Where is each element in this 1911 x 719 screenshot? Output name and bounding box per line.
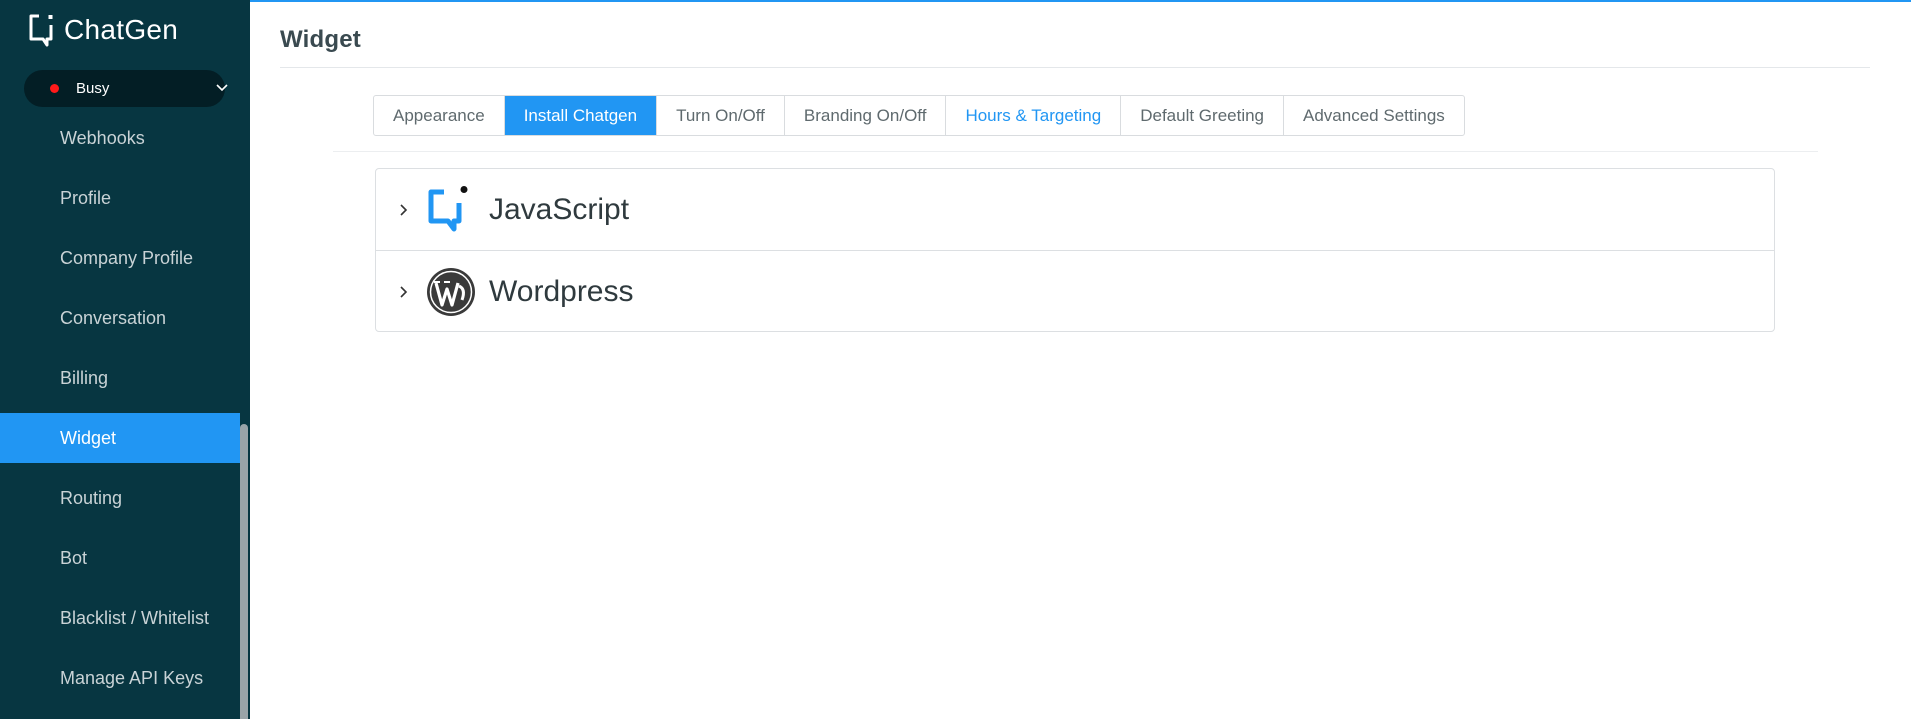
sidebar-item-manage-api-keys[interactable]: Manage API Keys <box>0 648 240 708</box>
title-divider <box>280 67 1870 68</box>
tab-hours-targeting[interactable]: Hours & Targeting <box>946 96 1122 135</box>
sidebar-item-billing[interactable]: Billing <box>0 348 240 408</box>
tab-default-greeting[interactable]: Default Greeting <box>1121 96 1285 135</box>
tab-turn-on-off[interactable]: Turn On/Off <box>657 96 785 135</box>
sidebar-item-bot[interactable]: Bot <box>0 528 240 588</box>
page-title: Widget <box>280 26 361 53</box>
tab-branding-on-off[interactable]: Branding On/Off <box>785 96 947 135</box>
status-label: Busy <box>76 80 110 97</box>
sidebar-item-widget[interactable]: Widget <box>0 413 240 463</box>
chatgen-logo-icon <box>29 14 53 47</box>
wordpress-icon <box>427 267 475 316</box>
sidebar-scrollbar[interactable] <box>240 424 248 719</box>
accordion-item-wordpress[interactable]: Wordpress <box>376 250 1774 332</box>
sidebar-item-routing[interactable]: Routing <box>0 468 240 528</box>
status-dot-icon <box>50 84 59 93</box>
status-dropdown[interactable]: Busy <box>24 70 228 107</box>
install-options-accordion: JavaScript Wordpress <box>375 168 1775 332</box>
tab-appearance[interactable]: Appearance <box>374 96 505 135</box>
sidebar-item-profile[interactable]: Profile <box>0 168 240 228</box>
app-name: ChatGen <box>64 14 179 45</box>
accordion-label-wordpress: Wordpress <box>489 274 634 308</box>
sidebar-item-blacklist-whitelist[interactable]: Blacklist / Whitelist <box>0 588 240 648</box>
top-accent-line <box>250 0 1911 2</box>
accordion-item-javascript[interactable]: JavaScript <box>376 169 1774 250</box>
chevron-right-icon <box>400 285 408 298</box>
chatgen-icon <box>428 185 468 231</box>
sidebar-item-conversation[interactable]: Conversation <box>0 288 240 348</box>
tab-advanced-settings[interactable]: Advanced Settings <box>1284 96 1464 135</box>
chevron-down-icon <box>216 84 228 92</box>
app-logo[interactable]: ChatGen <box>28 12 178 48</box>
accordion-label-javascript: JavaScript <box>489 192 630 226</box>
sidebar-item-webhooks[interactable]: Webhooks <box>0 108 240 168</box>
tabs-divider <box>333 151 1818 152</box>
chevron-right-icon <box>400 203 408 216</box>
sidebar-nav: Webhooks Profile Company Profile Convers… <box>0 108 240 708</box>
sidebar-item-company-profile[interactable]: Company Profile <box>0 228 240 288</box>
widget-tabs: Appearance Install Chatgen Turn On/Off B… <box>373 95 1465 136</box>
tab-install-chatgen[interactable]: Install Chatgen <box>504 96 658 135</box>
sidebar: ChatGen Busy Webhooks Profile Company Pr… <box>0 0 250 719</box>
